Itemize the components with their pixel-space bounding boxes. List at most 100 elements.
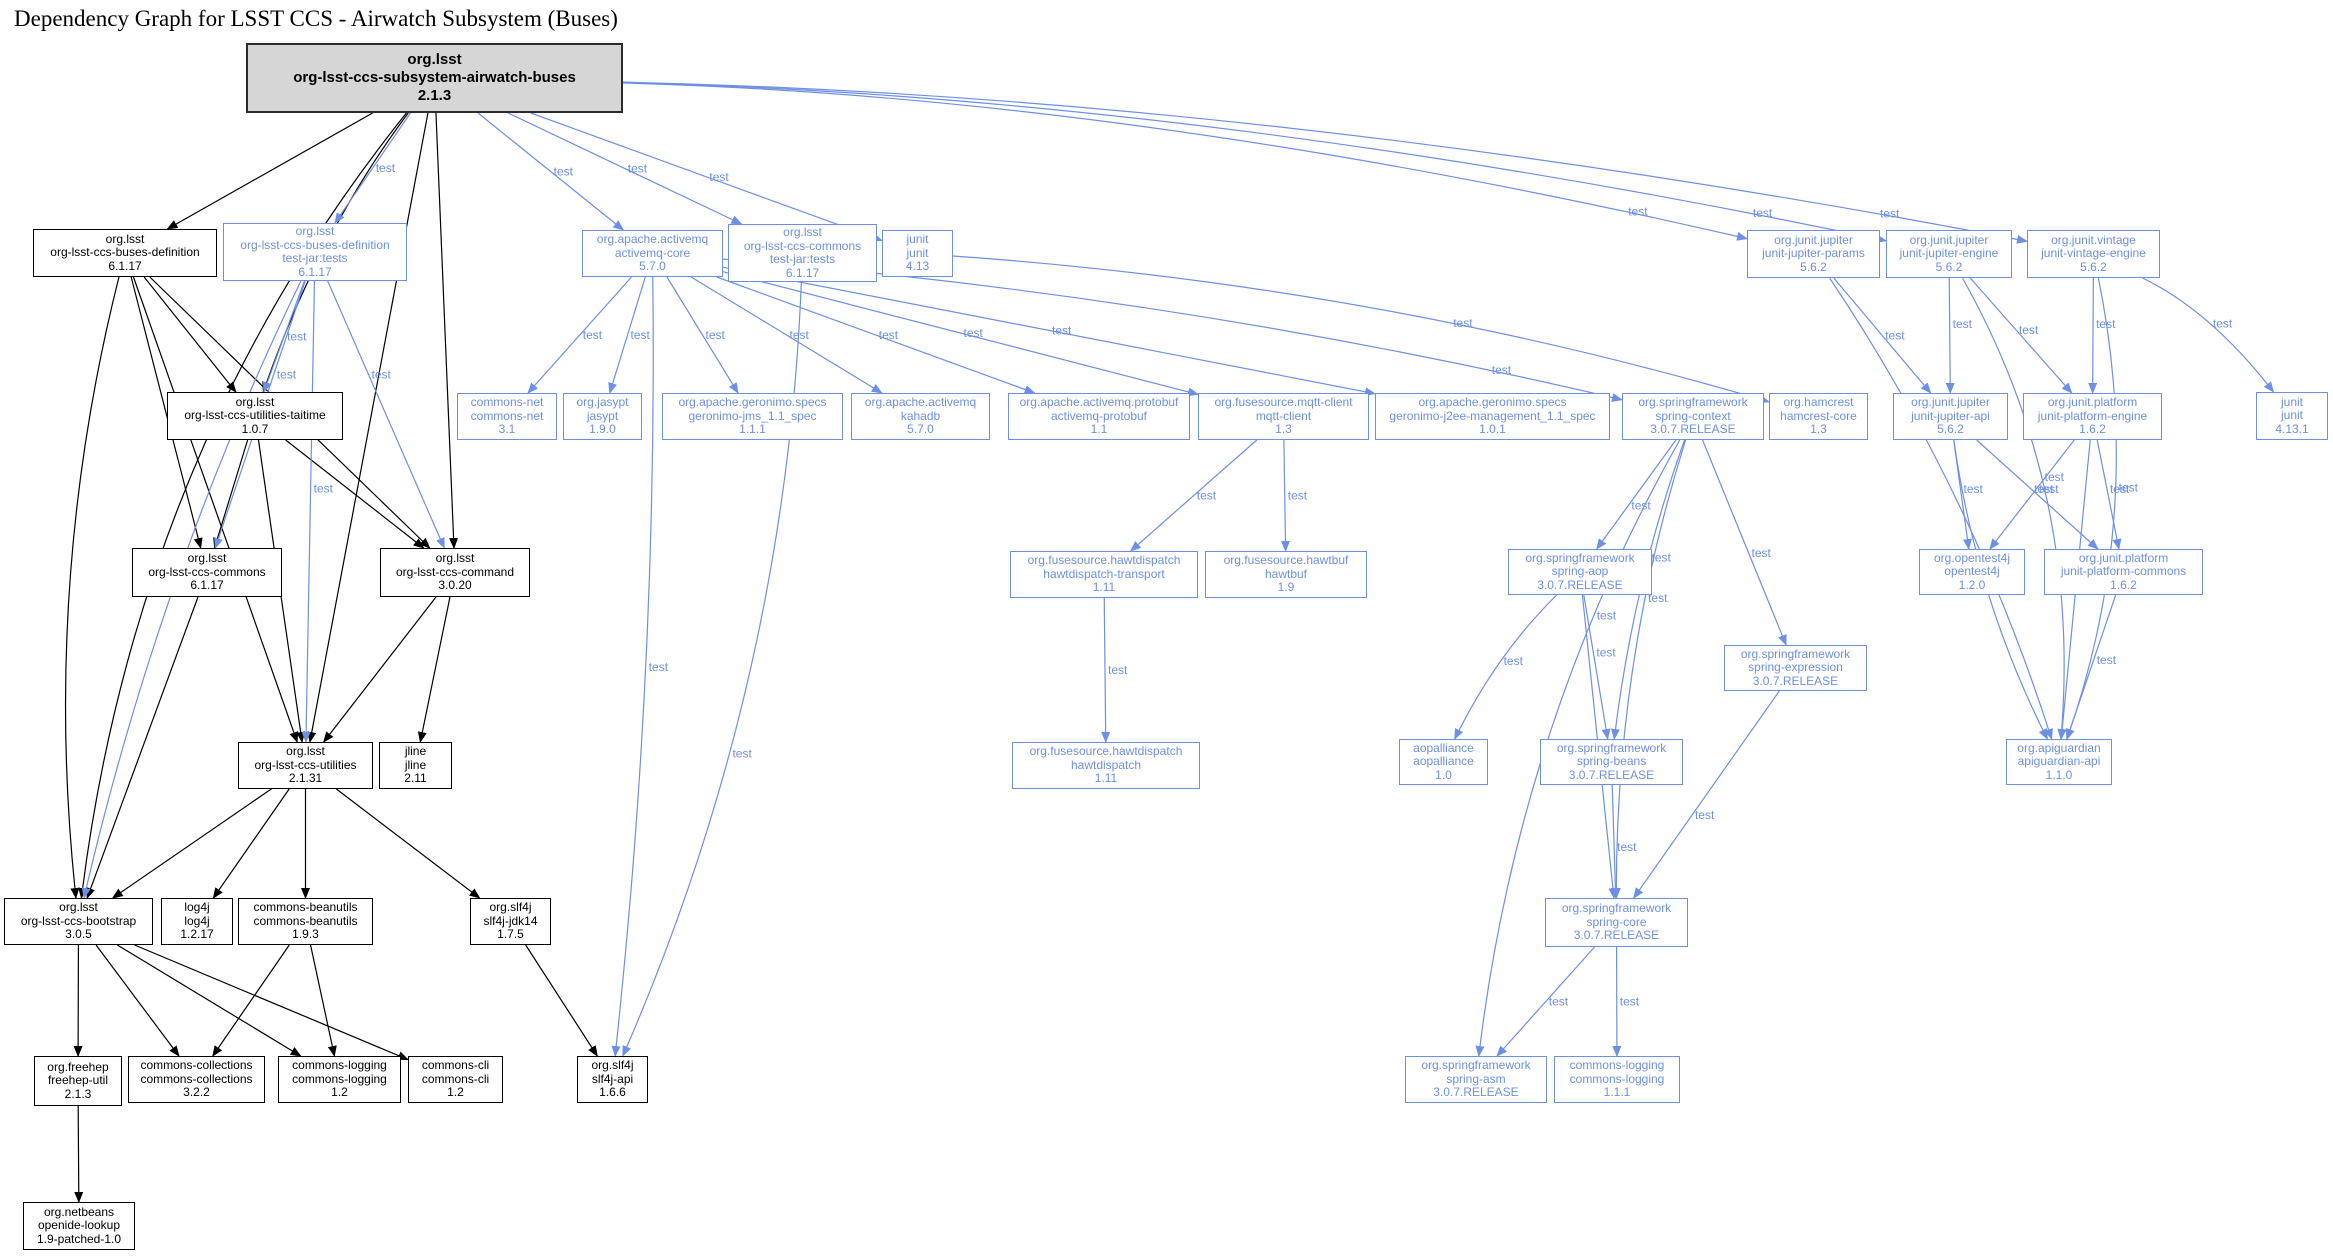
node-line: commons-beanutils: [253, 915, 357, 929]
edge-test-label: test: [1752, 546, 1772, 560]
edge-test-label: test: [1453, 316, 1473, 330]
edge-test-label: test: [1628, 204, 1648, 218]
edge-busdefTests-ccsUtilities: [306, 281, 315, 742]
node-log4j: log4jlog4j1.2.17: [161, 898, 233, 945]
node-line: test-jar:tests: [282, 252, 347, 266]
node-line: junit-jupiter-params: [1762, 247, 1865, 261]
edge-busdef-bootstrap: [66, 277, 119, 898]
edge-test-label: test: [314, 481, 334, 495]
node-line: aopalliance: [1413, 755, 1474, 769]
node-springAsm: org.springframeworkspring-asm3.0.7.RELEA…: [1405, 1056, 1547, 1103]
edge-test-label: test: [1695, 808, 1715, 822]
edge-test-label: test: [706, 328, 726, 342]
node-line: commons-logging: [1570, 1059, 1665, 1073]
node-line: 1.2.17: [180, 928, 213, 942]
dependency-graph-canvas: test test test test test test test test test test…: [0, 0, 2333, 1256]
node-mqtt: org.fusesource.mqtt-clientmqtt-client1.3: [1198, 393, 1369, 440]
node-vintEngine: org.junit.vintagejunit-vintage-engine5.6…: [2027, 230, 2160, 278]
diagram-title: Dependency Graph for LSST CCS - Airwatch…: [14, 6, 618, 32]
node-line: 5.7.0: [907, 423, 934, 437]
node-line: org-lsst-ccs-commons: [148, 566, 265, 580]
edge-test-label: test: [583, 328, 603, 342]
node-line: 1.9.3: [292, 928, 319, 942]
node-line: commons-logging: [292, 1073, 387, 1087]
node-line: 2.1.3: [418, 87, 451, 105]
node-line: org.lsst: [783, 226, 822, 240]
edge-springContext-springExpr: [1703, 440, 1787, 645]
node-taitime: org.lsstorg-lsst-ccs-utilities-taitime1.…: [167, 392, 343, 440]
node-line: 1.1.1: [739, 423, 766, 437]
node-line: 6.1.17: [190, 579, 223, 593]
node-line: 1.1.1: [1604, 1086, 1631, 1100]
edge-test-label: test: [709, 170, 729, 184]
edge-ccsUtilities-bootstrap: [113, 789, 272, 898]
node-line: org.lsst: [106, 233, 145, 247]
edge-test-label: test: [376, 161, 396, 175]
node-aopalliance: aopallianceaopalliance1.0: [1399, 739, 1488, 785]
node-line: activemq-protobuf: [1051, 410, 1147, 424]
node-busdef: org.lsstorg-lsst-ccs-buses-definition6.1…: [33, 229, 217, 277]
node-line: spring-expression: [1748, 661, 1843, 675]
node-line: org.lsst: [407, 51, 461, 69]
node-line: org-lsst-ccs-utilities: [254, 759, 356, 773]
edge-test-label: test: [1052, 323, 1072, 337]
node-line: 2.1.31: [289, 772, 322, 786]
node-line: org.junit.jupiter: [1774, 234, 1853, 248]
edge-test-label: test: [1492, 363, 1512, 377]
node-line: junit: [906, 233, 928, 247]
edge-activemq-protobuf: [717, 277, 1035, 393]
node-line: 1.6.2: [2110, 579, 2137, 593]
node-opentest4j: org.opentest4jopentest4j1.2.0: [1919, 549, 2025, 595]
node-line: jline: [405, 759, 426, 773]
node-jupParams: org.junit.jupiterjunit-jupiter-params5.6…: [1747, 230, 1880, 278]
edge-hawtTransport-hawtdispatch: [1104, 598, 1106, 742]
node-ccsCommand: org.lsstorg-lsst-ccs-command3.0.20: [380, 548, 530, 597]
node-line: org.jasypt: [576, 396, 628, 410]
node-root: org.lsstorg-lsst-ccs-subsystem-airwatch-…: [246, 43, 623, 113]
node-openide: org.netbeansopenide-lookup1.9-patched-1.…: [23, 1202, 135, 1250]
edge-test-label: test: [1964, 482, 1984, 496]
node-line: org.junit.platform: [2079, 552, 2168, 566]
edge-beanutils-collections: [213, 945, 290, 1056]
node-line: org.fusesource.hawtbuf: [1224, 554, 1349, 568]
node-line: 1.7.5: [497, 928, 524, 942]
edge-test-label: test: [1753, 206, 1773, 220]
edge-springContext-springAop: [1597, 440, 1676, 549]
node-line: org-lsst-ccs-utilities-taitime: [184, 409, 325, 423]
edge-vintEngine-apiguardian: [2067, 278, 2116, 739]
node-line: 1.1.0: [2046, 769, 2073, 783]
node-line: freehep-util: [48, 1074, 108, 1088]
node-line: org.lsst: [236, 396, 275, 410]
node-springBeans: org.springframeworkspring-beans3.0.7.REL…: [1540, 739, 1683, 785]
node-line: hawtdispatch-transport: [1043, 568, 1164, 582]
node-line: org.apache.activemq: [597, 233, 708, 247]
edge-bootstrap-commonsCli: [135, 945, 408, 1060]
node-line: 1.9.0: [589, 423, 616, 437]
edge-ccsUtilities-slf4jJdk14: [336, 789, 479, 898]
edge-test-label: test: [649, 660, 669, 674]
edge-springCore-springAsm: [1497, 947, 1595, 1056]
node-logging111: commons-loggingcommons-logging1.1.1: [1554, 1056, 1680, 1103]
node-line: org.junit.vintage: [2051, 234, 2136, 248]
node-line: 3.0.7.RELEASE: [1574, 929, 1659, 943]
edge-test-label: test: [1617, 840, 1637, 854]
edge-slf4jJdk14-slf4jApi: [526, 945, 598, 1056]
node-hawtTransport: org.fusesource.hawtdispatchhawtdispatch-…: [1010, 551, 1198, 598]
node-line: 3.2.2: [183, 1086, 210, 1100]
node-hamcrest: org.hamcresthamcrest-core1.3: [1769, 393, 1868, 440]
node-ccsUtilities: org.lsstorg-lsst-ccs-utilities2.1.31: [238, 742, 373, 789]
node-line: org.freehep: [47, 1061, 108, 1075]
edge-test-label: test: [1197, 489, 1217, 503]
node-line: junit-jupiter-api: [1911, 410, 1990, 424]
node-ccsCommons: org.lsstorg-lsst-ccs-commons6.1.17: [132, 548, 282, 597]
edge-test-label: test: [1108, 663, 1128, 677]
edge-root-junit413: [531, 113, 882, 241]
edge-busdef-ccsUtilities: [133, 277, 297, 742]
node-springContext: org.springframeworkspring-context3.0.7.R…: [1622, 393, 1764, 440]
edge-taitime-ccsCommand: [286, 440, 424, 548]
node-line: junit: [906, 247, 928, 261]
node-junit4131: junitjunit4.13.1: [2256, 392, 2328, 440]
node-line: org.netbeans: [44, 1206, 114, 1220]
node-line: 6.1.17: [298, 266, 331, 280]
edge-test-label: test: [964, 326, 984, 340]
